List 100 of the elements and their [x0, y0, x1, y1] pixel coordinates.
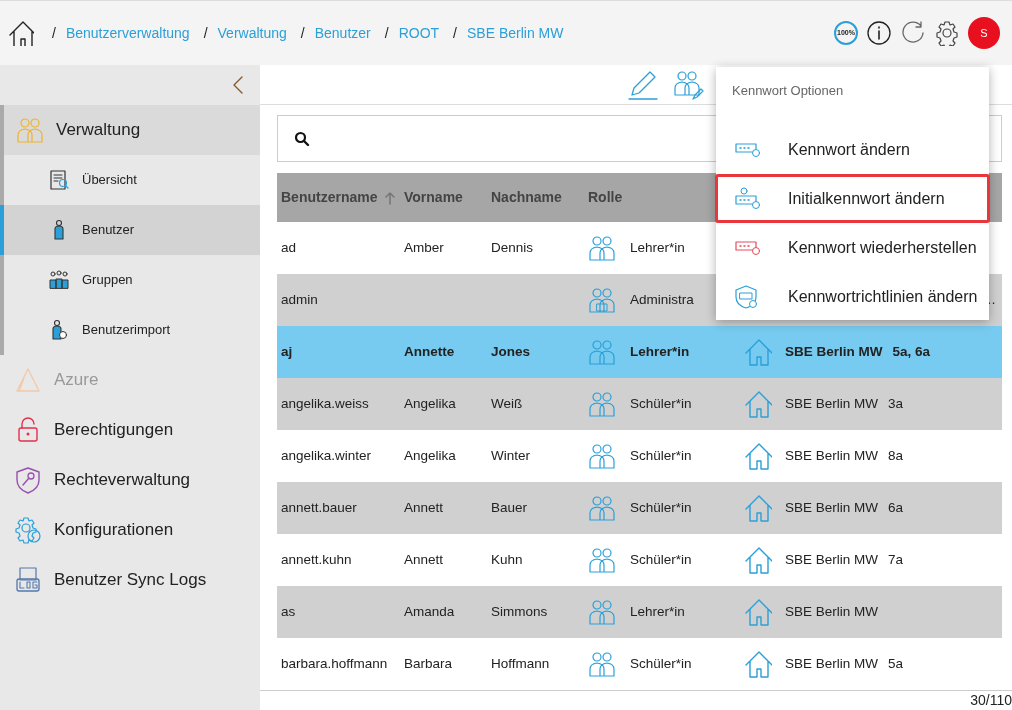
teacher-icon [588, 234, 616, 262]
table-cell: angelika.weiss [281, 395, 369, 411]
avatar[interactable]: S [968, 17, 1000, 49]
breadcrumb-separator: / [300, 23, 305, 43]
search-icon [294, 130, 310, 147]
table-cell: Annett [404, 551, 444, 567]
table-row[interactable]: aj Annette Jones Lehrer*in SBE Berlin MW 5a, 6a [277, 326, 1002, 378]
table-cell: SBE Berlin MW [785, 447, 879, 463]
table-cell: Barbara [404, 655, 453, 671]
column-header[interactable]: Nachname [491, 187, 562, 208]
house-icon [744, 338, 772, 366]
table-cell: Dennis [491, 239, 534, 255]
table-cell: annett.kuhn [281, 551, 352, 567]
table-cell: Schüler*in [630, 395, 692, 411]
shield-key-field-icon [734, 284, 760, 309]
house-icon [744, 494, 772, 522]
table-cell: ad [281, 239, 297, 255]
table-cell: 7a [888, 551, 904, 567]
student-icon [588, 494, 616, 522]
gears-icon [14, 516, 42, 544]
table-cell: Amanda [404, 603, 455, 619]
table-cell: as [281, 603, 296, 619]
breadcrumb-separator: / [203, 23, 208, 43]
table-cell: SBE Berlin MW [785, 395, 879, 411]
table-cell: Angelika [404, 447, 456, 463]
table-row[interactable]: as Amanda Simmons Lehrer*in SBE Berlin MW [277, 586, 1002, 638]
collapse-icon[interactable] [232, 75, 244, 95]
table-cell: Lehrer*in [630, 343, 690, 359]
table-cell: Schüler*in [630, 655, 692, 671]
column-header[interactable]: Rolle [588, 187, 623, 208]
sidebar-item[interactable]: Benutzer Sync Logs [0, 555, 260, 605]
table-cell: barbara.hoffmann [281, 655, 388, 671]
house-icon [744, 650, 772, 678]
table-cell: SBE Berlin MW [785, 499, 879, 515]
table-cell: Lehrer*in [630, 603, 685, 619]
people-edit-icon[interactable] [673, 68, 705, 101]
home-icon[interactable] [8, 20, 34, 46]
info-icon[interactable] [866, 20, 892, 46]
breadcrumb-separator: / [384, 23, 389, 43]
house-icon [744, 546, 772, 574]
student-icon [588, 390, 616, 418]
sidebar-item[interactable]: Verwaltung [0, 105, 260, 155]
student-icon [588, 546, 616, 574]
menu-item[interactable]: Kennwort ändern [715, 125, 990, 174]
table-cell: Amber [404, 239, 444, 255]
table-cell: annett.bauer [281, 499, 357, 515]
breadcrumb-separator: / [453, 23, 457, 43]
table-cell: 5a [888, 655, 904, 671]
table-cell: 6a [888, 499, 904, 515]
refresh-icon[interactable] [900, 20, 926, 46]
sidebar-subitem[interactable]: Gruppen [0, 255, 260, 305]
settings-icon[interactable] [934, 20, 960, 46]
sidebar-item: Azure [0, 355, 260, 405]
table-cell: Annett [404, 499, 444, 515]
table-cell: Annette [404, 343, 455, 359]
student-icon [588, 442, 616, 470]
menu-item[interactable]: Kennwort wiederherstellen [715, 223, 990, 272]
table-row[interactable]: annett.bauer Annett Bauer Schüler*in SBE Berlin MW 6a [277, 482, 1002, 534]
people-icon [48, 269, 70, 291]
shield-key-icon [14, 466, 42, 494]
table-cell: 5a, 6a [892, 343, 931, 359]
table-cell: Winter [491, 447, 530, 463]
triangle-icon [14, 366, 42, 394]
column-header[interactable]: Vorname [404, 187, 463, 208]
log-file-icon [14, 566, 42, 594]
table-cell: SBE Berlin MW [785, 343, 883, 359]
table-cell: Lehrer*in [630, 239, 685, 255]
table-cell: admin [281, 291, 318, 307]
student-icon [588, 650, 616, 678]
teacher-icon [588, 338, 616, 366]
admin-icon [588, 286, 616, 314]
house-icon [744, 390, 772, 418]
page-count: 30/110 [970, 691, 1012, 710]
table-cell: aj [281, 343, 293, 359]
breadcrumb-separator: / [52, 23, 56, 43]
sidebar-item[interactable]: Konfigurationen [0, 505, 260, 555]
table-cell: Angelika [404, 395, 456, 411]
sidebar-subitem[interactable]: Benutzer [0, 205, 260, 255]
sidebar-item[interactable]: Berechtigungen [0, 405, 260, 455]
document-search-icon [48, 169, 70, 191]
teacher-icon [588, 598, 616, 626]
table-cell: Schüler*in [630, 551, 692, 567]
menu-item[interactable]: Initialkennwort ändern [715, 174, 990, 223]
column-header[interactable]: Benutzername [281, 187, 378, 208]
sidebar-subitem[interactable]: Benutzerimport [0, 305, 260, 355]
table-cell: Hoffmann [491, 655, 550, 671]
table-cell: SBE Berlin MW [785, 603, 879, 619]
menu-title: Kennwort Optionen [732, 83, 844, 98]
table-cell: Weiß [491, 395, 523, 411]
table-cell: Kuhn [491, 551, 523, 567]
table-cell: Bauer [491, 499, 528, 515]
house-icon [744, 598, 772, 626]
table-row[interactable]: angelika.weiss Angelika Weiß Schüler*in SBE Berlin MW 3a [277, 378, 1002, 430]
info-key-field-icon [734, 186, 760, 211]
table-cell: 3a [888, 395, 904, 411]
table-cell: 8a [888, 447, 904, 463]
table-cell: Schüler*in [630, 499, 692, 515]
table-cell: SBE Berlin MW [785, 551, 879, 567]
sidebar-item[interactable]: Rechteverwaltung [0, 455, 260, 505]
table-cell: Simmons [491, 603, 548, 619]
